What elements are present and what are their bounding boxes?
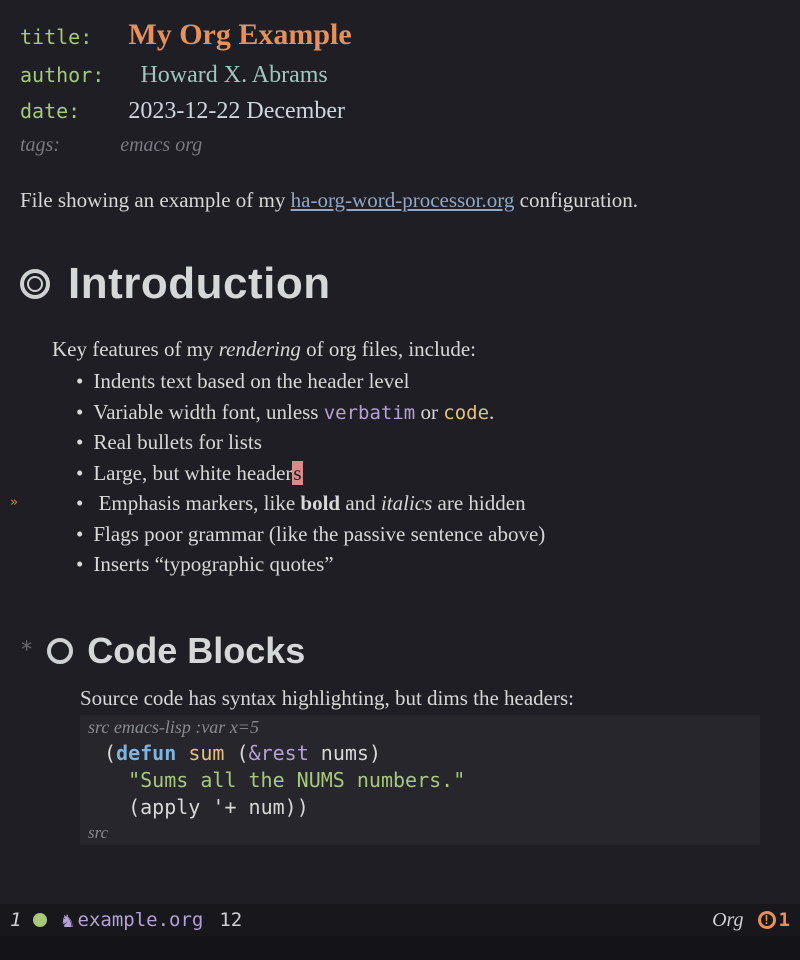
- modeline-line-number: 12: [219, 909, 242, 931]
- source-block[interactable]: src emacs-lisp :var x=5 (defun sum (&res…: [80, 715, 760, 845]
- meta-title-value: My Org Example: [128, 18, 351, 51]
- source-block-header: src emacs-lisp :var x=5: [88, 717, 752, 738]
- features-list: Indents text based on the header level V…: [76, 366, 780, 579]
- cursor: s: [292, 461, 302, 485]
- minibuffer[interactable]: [0, 936, 800, 960]
- warning-icon: !: [758, 911, 776, 929]
- meta-tags-key: tags:: [20, 134, 60, 156]
- meta-tags-line: tags: emacs org: [20, 129, 780, 160]
- modeline[interactable]: 1 ♞ example.org 12 Org ! 1: [0, 904, 800, 936]
- features-lead-emph: rendering: [219, 337, 301, 361]
- features-lead: Key features of my rendering of org file…: [52, 337, 780, 362]
- intro-paragraph: File showing an example of my ha-org-wor…: [20, 186, 780, 215]
- modeline-major-mode[interactable]: Org: [712, 909, 743, 932]
- modeline-modified-icon: [33, 913, 47, 927]
- heading-introduction-text: Introduction: [68, 259, 331, 309]
- config-link[interactable]: ha-org-word-processor.org: [291, 188, 515, 212]
- meta-title-key: title:: [20, 25, 92, 49]
- list-item: Inserts “typographic quotes”: [76, 549, 780, 579]
- heading-code-blocks-text: Code Blocks: [87, 630, 305, 672]
- verbatim-text: verbatim: [324, 402, 416, 424]
- fringe-indicator-icon: »: [10, 494, 18, 513]
- meta-author-value: Howard X. Abrams: [140, 62, 327, 88]
- heading-code-blocks: * Code Blocks: [20, 630, 780, 672]
- list-item: » Emphasis markers, like bold and italic…: [76, 488, 780, 518]
- intro-text-pre: File showing an example of my: [20, 188, 291, 212]
- meta-title-line: title: My Org Example: [20, 12, 780, 57]
- list-item: Real bullets for lists: [76, 427, 780, 457]
- heading-introduction: Introduction: [20, 259, 780, 309]
- meta-date-value: 2023-12-22 December: [128, 98, 345, 124]
- modeline-filename[interactable]: example.org: [78, 909, 204, 931]
- src-lead-text: Source code has syntax highlighting, but…: [80, 686, 780, 711]
- folded-star-icon: *: [20, 638, 33, 663]
- list-item: Large, but white headers: [76, 458, 780, 488]
- meta-author-line: author: Howard X. Abrams: [20, 57, 780, 93]
- bold-text: bold: [300, 491, 340, 515]
- meta-date-key: date:: [20, 99, 80, 123]
- source-block-footer: src: [88, 823, 752, 843]
- meta-tags-value: emacs org: [120, 134, 202, 156]
- meta-author-key: author:: [20, 63, 104, 87]
- code-text: code: [443, 402, 489, 424]
- editor-buffer[interactable]: title: My Org Example author: Howard X. …: [0, 0, 800, 900]
- modeline-flycheck-warning[interactable]: ! 1: [758, 909, 790, 931]
- warning-count: 1: [779, 909, 790, 931]
- heading-bullet-icon: [47, 638, 73, 664]
- modeline-buffer-icon: ♞: [61, 908, 73, 932]
- list-item: Variable width font, unless verbatim or …: [76, 397, 780, 428]
- list-item: Indents text based on the header level: [76, 366, 780, 396]
- intro-text-post: configuration.: [514, 188, 638, 212]
- source-code[interactable]: (defun sum (&rest nums) "Sums all the NU…: [88, 738, 752, 823]
- italic-text: italics: [381, 491, 432, 515]
- meta-date-line: date: 2023-12-22 December: [20, 93, 780, 129]
- modeline-window-number: 1: [10, 909, 21, 931]
- list-item: Flags poor grammar (like the passive sen…: [76, 519, 780, 549]
- heading-bullet-icon: [20, 269, 50, 299]
